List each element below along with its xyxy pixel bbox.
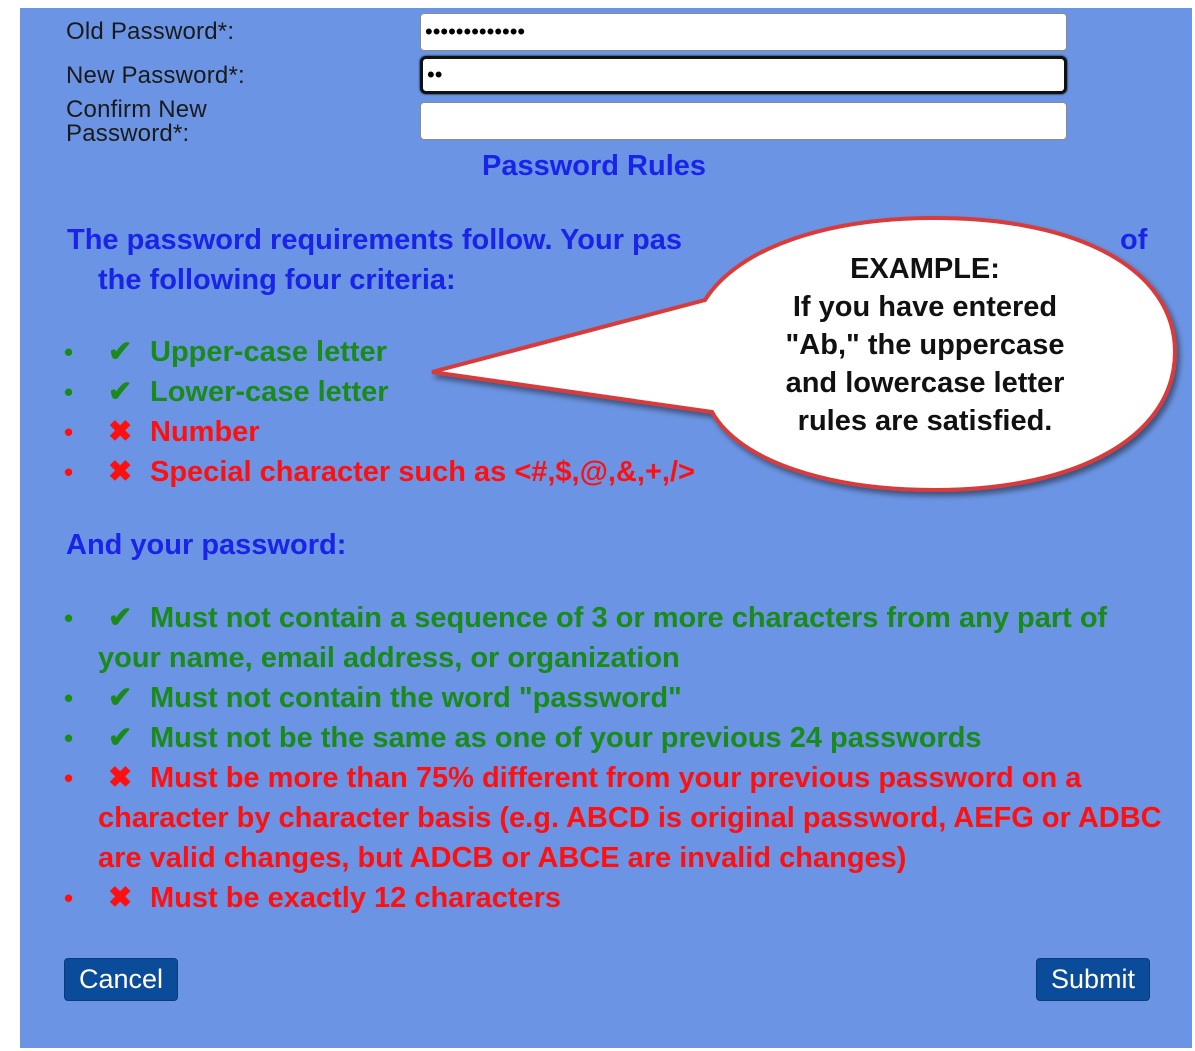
confirm-password-label: Confirm New Password*: <box>66 98 207 146</box>
callout-line1: If you have entered <box>792 291 1058 323</box>
check-icon: ✔ <box>108 376 133 408</box>
bullet-icon: • <box>64 723 74 753</box>
x-icon: ✖ <box>108 762 133 794</box>
rule-item: • ✔ Must not be the same as one of your pr… <box>64 718 1174 758</box>
callout-line3: and lowercase letter <box>785 367 1065 399</box>
callout-line2: "Ab," the uppercase <box>785 329 1065 361</box>
check-icon: ✔ <box>108 336 133 368</box>
rules-intro-line1: The password requirements follow. Your p… <box>67 224 683 256</box>
rule-text: Must not be the same as one of your prev… <box>150 722 982 754</box>
bullet-icon: • <box>64 377 74 407</box>
check-icon: ✔ <box>108 722 133 754</box>
rule-item: • ✔ Must not contain the word "password" <box>64 678 1174 718</box>
change-password-panel: Old Password*: New Password*: Confirm Ne… <box>20 8 1192 1048</box>
requirements-list: • ✔ Must not contain a sequence of 3 or mo… <box>64 598 1174 918</box>
callout-heading: EXAMPLE: <box>850 253 1000 285</box>
rule-text: Special character such as <#,$,@,&,+,/> <box>150 456 695 488</box>
rule-item: • ✖ Special character such as <#,$,@,&,+,/… <box>64 452 1174 492</box>
check-icon: ✔ <box>108 682 133 714</box>
rule-text: Number <box>150 416 260 448</box>
bullet-icon: • <box>64 763 74 793</box>
password-rules-title: Password Rules <box>482 150 707 182</box>
new-password-input[interactable] <box>420 56 1067 94</box>
rule-text: Must be exactly 12 characters <box>150 882 562 914</box>
and-your-password-heading: And your password: <box>66 529 347 561</box>
bullet-icon: • <box>64 883 74 913</box>
rules-intro-line2: the following four criteria: <box>98 264 456 296</box>
rule-item: • ✖ Must be exactly 12 characters <box>64 878 1174 918</box>
rule-text: Upper-case letter <box>150 336 387 368</box>
new-password-label: New Password*: <box>66 62 245 89</box>
bullet-icon: • <box>64 457 74 487</box>
bullet-icon: • <box>64 417 74 447</box>
submit-button[interactable]: Submit <box>1036 958 1151 1001</box>
x-icon: ✖ <box>108 416 133 448</box>
old-password-input[interactable] <box>420 13 1067 51</box>
x-icon: ✖ <box>108 882 133 914</box>
old-password-label: Old Password*: <box>66 18 235 45</box>
rule-item: • ✖ Must be more than 75% different from y… <box>64 758 1174 878</box>
bullet-icon: • <box>64 683 74 713</box>
rule-text: Must not contain the word "password" <box>150 682 682 714</box>
callout-text: EXAMPLE: If you have entered "Ab," the u… <box>720 250 1130 440</box>
confirm-password-input[interactable] <box>420 102 1067 140</box>
confirm-password-label-line1: Confirm New <box>66 96 207 123</box>
bullet-icon: • <box>64 603 74 633</box>
cancel-button[interactable]: Cancel <box>64 958 179 1001</box>
x-icon: ✖ <box>108 456 133 488</box>
bullet-icon: • <box>64 337 74 367</box>
rule-text: Lower-case letter <box>150 376 389 408</box>
rule-text: Must be more than 75% different from you… <box>98 762 1162 874</box>
rule-text: Must not contain a sequence of 3 or more… <box>98 602 1108 674</box>
confirm-password-label-line2: Password*: <box>66 120 190 147</box>
rule-item: • ✔ Must not contain a sequence of 3 or mo… <box>64 598 1174 678</box>
callout-line4: rules are satisfied. <box>797 405 1053 437</box>
check-icon: ✔ <box>108 602 133 634</box>
